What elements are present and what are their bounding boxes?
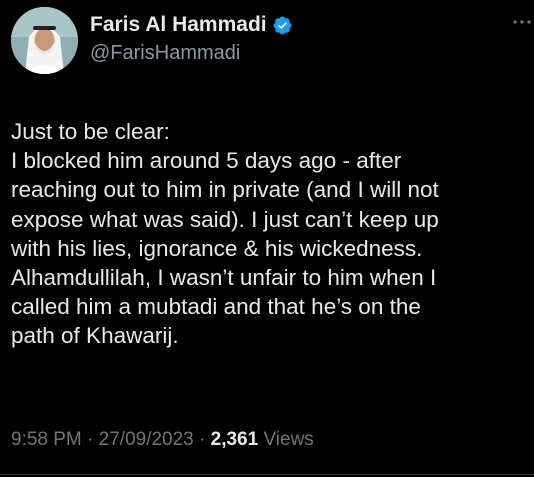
avatar[interactable]	[11, 7, 78, 74]
tweet-text: Just to be clear: I blocked him around 5…	[11, 117, 526, 351]
tweet-text-line: path of Khawarij.	[11, 323, 179, 349]
verified-badge-icon	[272, 15, 293, 36]
divider	[0, 474, 534, 475]
more-options-icon[interactable]	[512, 14, 532, 24]
name-row: Faris Al Hammadi	[90, 12, 293, 38]
meta-separator: ·	[193, 429, 211, 450]
tweet-text-line: with his lies, ignorance & his wickednes…	[11, 235, 423, 261]
author-block: Faris Al Hammadi @FarisHammadi	[90, 12, 293, 65]
tweet-text-line: called him a mubtadi and that he’s on th…	[11, 294, 421, 320]
meta-separator: ·	[81, 429, 99, 450]
views-label: Views	[263, 429, 314, 450]
tweet-text-line: expose what was said). I just can’t keep…	[11, 206, 439, 232]
views-count: 2,361	[210, 429, 259, 450]
author-display-name[interactable]: Faris Al Hammadi	[90, 13, 267, 37]
tweet-card: Faris Al Hammadi @FarisHammadi Just to b…	[0, 0, 534, 477]
tweet-text-line: Alhamdullilah, I wasn’t unfair to him wh…	[11, 265, 437, 291]
tweet-text-line: Just to be clear:	[11, 119, 170, 144]
tweet-time[interactable]: 9:58 PM	[11, 429, 82, 450]
author-handle[interactable]: @FarisHammadi	[90, 42, 293, 65]
tweet-date[interactable]: 27/09/2023	[99, 429, 194, 450]
tweet-text-line: reaching out to him in private (and I wi…	[11, 177, 439, 203]
tweet-meta: 9:58 PM · 27/09/2023 · 2,361 Views	[11, 429, 314, 451]
avatar-photo	[11, 7, 78, 74]
tweet-text-line: I blocked him around 5 days ago - after	[11, 148, 402, 174]
